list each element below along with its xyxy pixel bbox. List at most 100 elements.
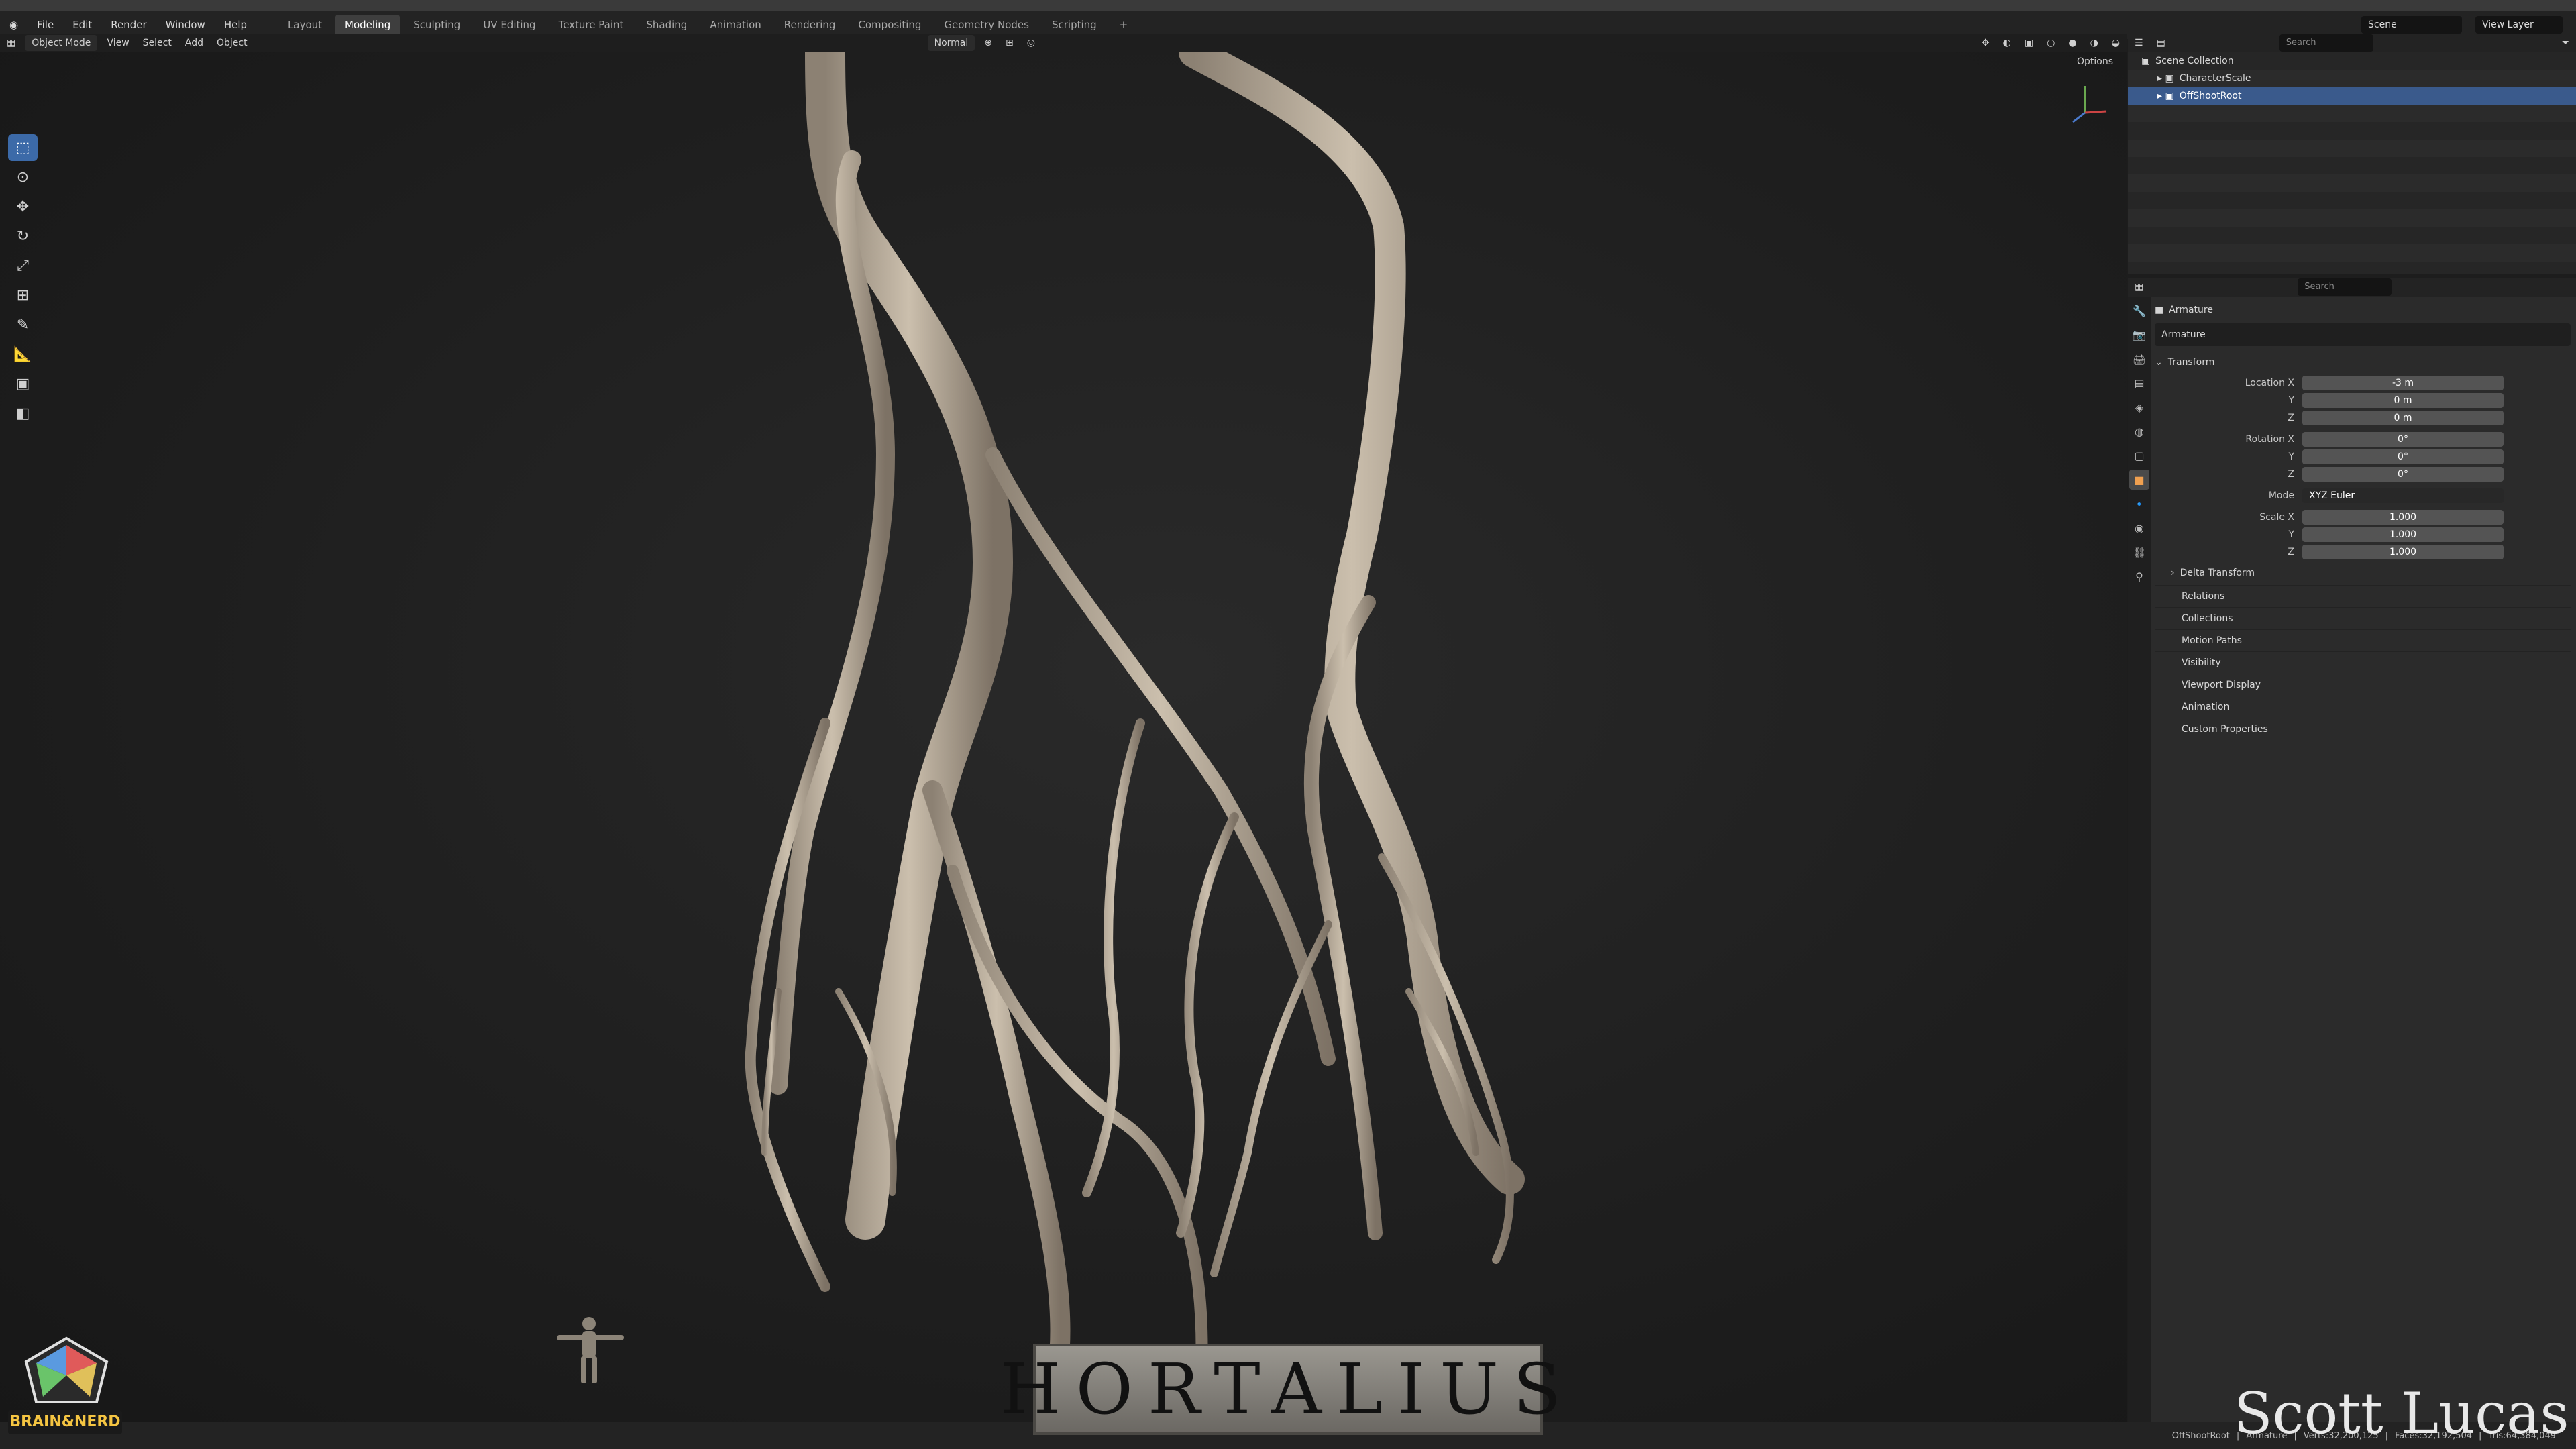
gizmo-toggle-icon[interactable]: ✥ <box>1975 35 1996 51</box>
add-workspace-button[interactable]: + <box>1110 15 1138 35</box>
tab-scripting[interactable]: Scripting <box>1042 15 1106 35</box>
outliner-item-characterscale[interactable]: ▸ ▣ CharacterScale <box>2128 70 2576 87</box>
world-tab-icon[interactable]: ◍ <box>2129 421 2149 441</box>
outliner-editor-icon[interactable]: ☰ <box>2128 35 2150 51</box>
location-y-field[interactable]: 0 m <box>2302 393 2504 408</box>
character-scale-figure <box>557 1317 624 1383</box>
tab-rendering[interactable]: Rendering <box>775 15 845 35</box>
rotation-z-row: Z 0° <box>2155 466 2571 483</box>
tab-modeling[interactable]: Modeling <box>335 15 400 35</box>
tab-sculpting[interactable]: Sculpting <box>404 15 470 35</box>
pivot-icon[interactable]: ⊕ <box>977 35 999 51</box>
overlay-toggle-icon[interactable]: ◐ <box>1996 35 2018 51</box>
transform-tool-icon[interactable]: ⊞ <box>8 282 38 309</box>
rotation-y-field[interactable]: 0° <box>2302 449 2504 464</box>
tab-shading[interactable]: Shading <box>637 15 696 35</box>
section-collections[interactable]: Collections <box>2155 607 2571 629</box>
render-tab-icon[interactable]: 📷 <box>2129 325 2149 345</box>
annotate-tool-icon[interactable]: ✎ <box>8 311 38 338</box>
properties-search-input[interactable]: Search <box>2298 278 2392 296</box>
chevron-right-icon: › <box>2171 568 2175 578</box>
section-viewport-display[interactable]: Viewport Display <box>2155 674 2571 696</box>
physics-tab-icon[interactable]: ◉ <box>2129 518 2149 538</box>
view-layer-selector[interactable]: View Layer <box>2475 16 2563 34</box>
chevron-down-icon: ⌄ <box>2155 357 2163 368</box>
scale-x-field[interactable]: 1.000 <box>2302 510 2504 525</box>
scale-y-field[interactable]: 1.000 <box>2302 527 2504 542</box>
brand-logo-icon <box>16 1335 117 1409</box>
select-tool-icon[interactable]: ⬚ <box>8 134 38 161</box>
location-x-field[interactable]: -3 m <box>2302 376 2504 390</box>
snap-icon[interactable]: ⊞ <box>999 35 1020 51</box>
tool-tab-icon[interactable]: 🔧 <box>2129 301 2149 321</box>
axis-y-label: Y <box>2288 529 2294 540</box>
title-banner: HORTALIUS <box>1000 1344 1561 1435</box>
filter-icon[interactable]: ⏷ <box>2555 35 2576 51</box>
title-text: HORTALIUS <box>1000 1348 1576 1430</box>
shading-solid-icon[interactable]: ● <box>2061 35 2083 51</box>
data-tab-icon[interactable]: ⚲ <box>2129 566 2149 586</box>
section-animation[interactable]: Animation <box>2155 696 2571 718</box>
cursor-tool-icon[interactable]: ⊙ <box>8 164 38 191</box>
scene-tab-icon[interactable]: ◈ <box>2129 397 2149 417</box>
view-layer-tab-icon[interactable]: ▤ <box>2129 373 2149 393</box>
object-icon: ▸ ▣ <box>2157 91 2174 101</box>
transform-section-header[interactable]: ⌄ Transform <box>2155 350 2571 374</box>
scale-tool-icon[interactable]: ⤢ <box>8 252 38 279</box>
section-custom-properties[interactable]: Custom Properties <box>2155 718 2571 740</box>
data-name-value: Armature <box>2161 329 2206 340</box>
add-cube-tool-icon[interactable]: ▣ <box>8 370 38 397</box>
outliner-search-input[interactable]: Search <box>2279 34 2373 52</box>
editor-type-icon[interactable]: ▦ <box>0 35 22 51</box>
xray-toggle-icon[interactable]: ▣ <box>2018 35 2040 51</box>
3d-viewport[interactable]: ⬚ ⊙ ✥ ↻ ⤢ ⊞ ✎ 📐 ▣ ◧ Options <box>0 52 2127 1422</box>
rotation-z-field[interactable]: 0° <box>2302 467 2504 482</box>
menu-object[interactable]: Object <box>210 35 254 51</box>
rotate-tool-icon[interactable]: ↻ <box>8 223 38 250</box>
data-name-field[interactable]: Armature <box>2155 323 2571 346</box>
scene-selector[interactable]: Scene <box>2361 16 2462 34</box>
scale-z-field[interactable]: 1.000 <box>2302 545 2504 559</box>
proportional-edit-icon[interactable]: ◎ <box>1020 35 1042 51</box>
tab-animation[interactable]: Animation <box>700 15 770 35</box>
outliner-item-offshootroot[interactable]: ▸ ▣ OffShootRoot <box>2128 87 2576 105</box>
tab-geometry-nodes[interactable]: Geometry Nodes <box>934 15 1038 35</box>
transform-orientation-selector[interactable]: Normal <box>927 35 975 51</box>
collection-icon: ▣ <box>2141 56 2151 66</box>
menu-view[interactable]: View <box>100 35 136 51</box>
rotation-y-row: Y 0° <box>2155 448 2571 466</box>
shading-wireframe-icon[interactable]: ○ <box>2040 35 2061 51</box>
roots-render <box>557 52 2107 1404</box>
tab-uv-editing[interactable]: UV Editing <box>474 15 545 35</box>
rotation-x-field[interactable]: 0° <box>2302 432 2504 447</box>
section-relations[interactable]: Relations <box>2155 585 2571 607</box>
object-tab-icon[interactable]: ■ <box>2129 470 2149 490</box>
menu-select[interactable]: Select <box>136 35 178 51</box>
tab-texture-paint[interactable]: Texture Paint <box>549 15 633 35</box>
location-z-field[interactable]: 0 m <box>2302 411 2504 425</box>
properties-editor-icon[interactable]: ▦ <box>2128 279 2150 295</box>
display-mode-icon[interactable]: ▤ <box>2150 35 2172 51</box>
output-tab-icon[interactable]: 🖨 <box>2129 349 2149 369</box>
shading-material-icon[interactable]: ◑ <box>2084 35 2105 51</box>
collection-tab-icon[interactable]: ▢ <box>2129 445 2149 466</box>
mode-selector[interactable]: Object Mode <box>25 35 98 51</box>
outliner-item-label: OffShootRoot <box>2179 91 2242 101</box>
section-visibility[interactable]: Visibility <box>2155 651 2571 674</box>
scene-collection-row[interactable]: ▣ Scene Collection <box>2128 52 2576 70</box>
object-name-row: ■ Armature <box>2155 297 2571 323</box>
measure-tool-icon[interactable]: 📐 <box>8 341 38 368</box>
move-tool-icon[interactable]: ✥ <box>8 193 38 220</box>
menu-add[interactable]: Add <box>178 35 210 51</box>
section-motion-paths[interactable]: Motion Paths <box>2155 629 2571 651</box>
tab-compositing[interactable]: Compositing <box>849 15 930 35</box>
options-button[interactable]: Options <box>2077 56 2113 67</box>
extra-tool-icon[interactable]: ◧ <box>8 400 38 427</box>
delta-transform-header[interactable]: › Delta Transform <box>2155 561 2571 585</box>
object-icon: ▸ ▣ <box>2157 73 2174 84</box>
tab-layout[interactable]: Layout <box>278 15 331 35</box>
constraint-tab-icon[interactable]: ⛓ <box>2129 542 2149 562</box>
shading-rendered-icon[interactable]: ◒ <box>2105 35 2127 51</box>
rotation-mode-select[interactable]: XYZ Euler <box>2302 488 2504 503</box>
modifier-tab-icon[interactable]: 🔹 <box>2129 494 2149 514</box>
